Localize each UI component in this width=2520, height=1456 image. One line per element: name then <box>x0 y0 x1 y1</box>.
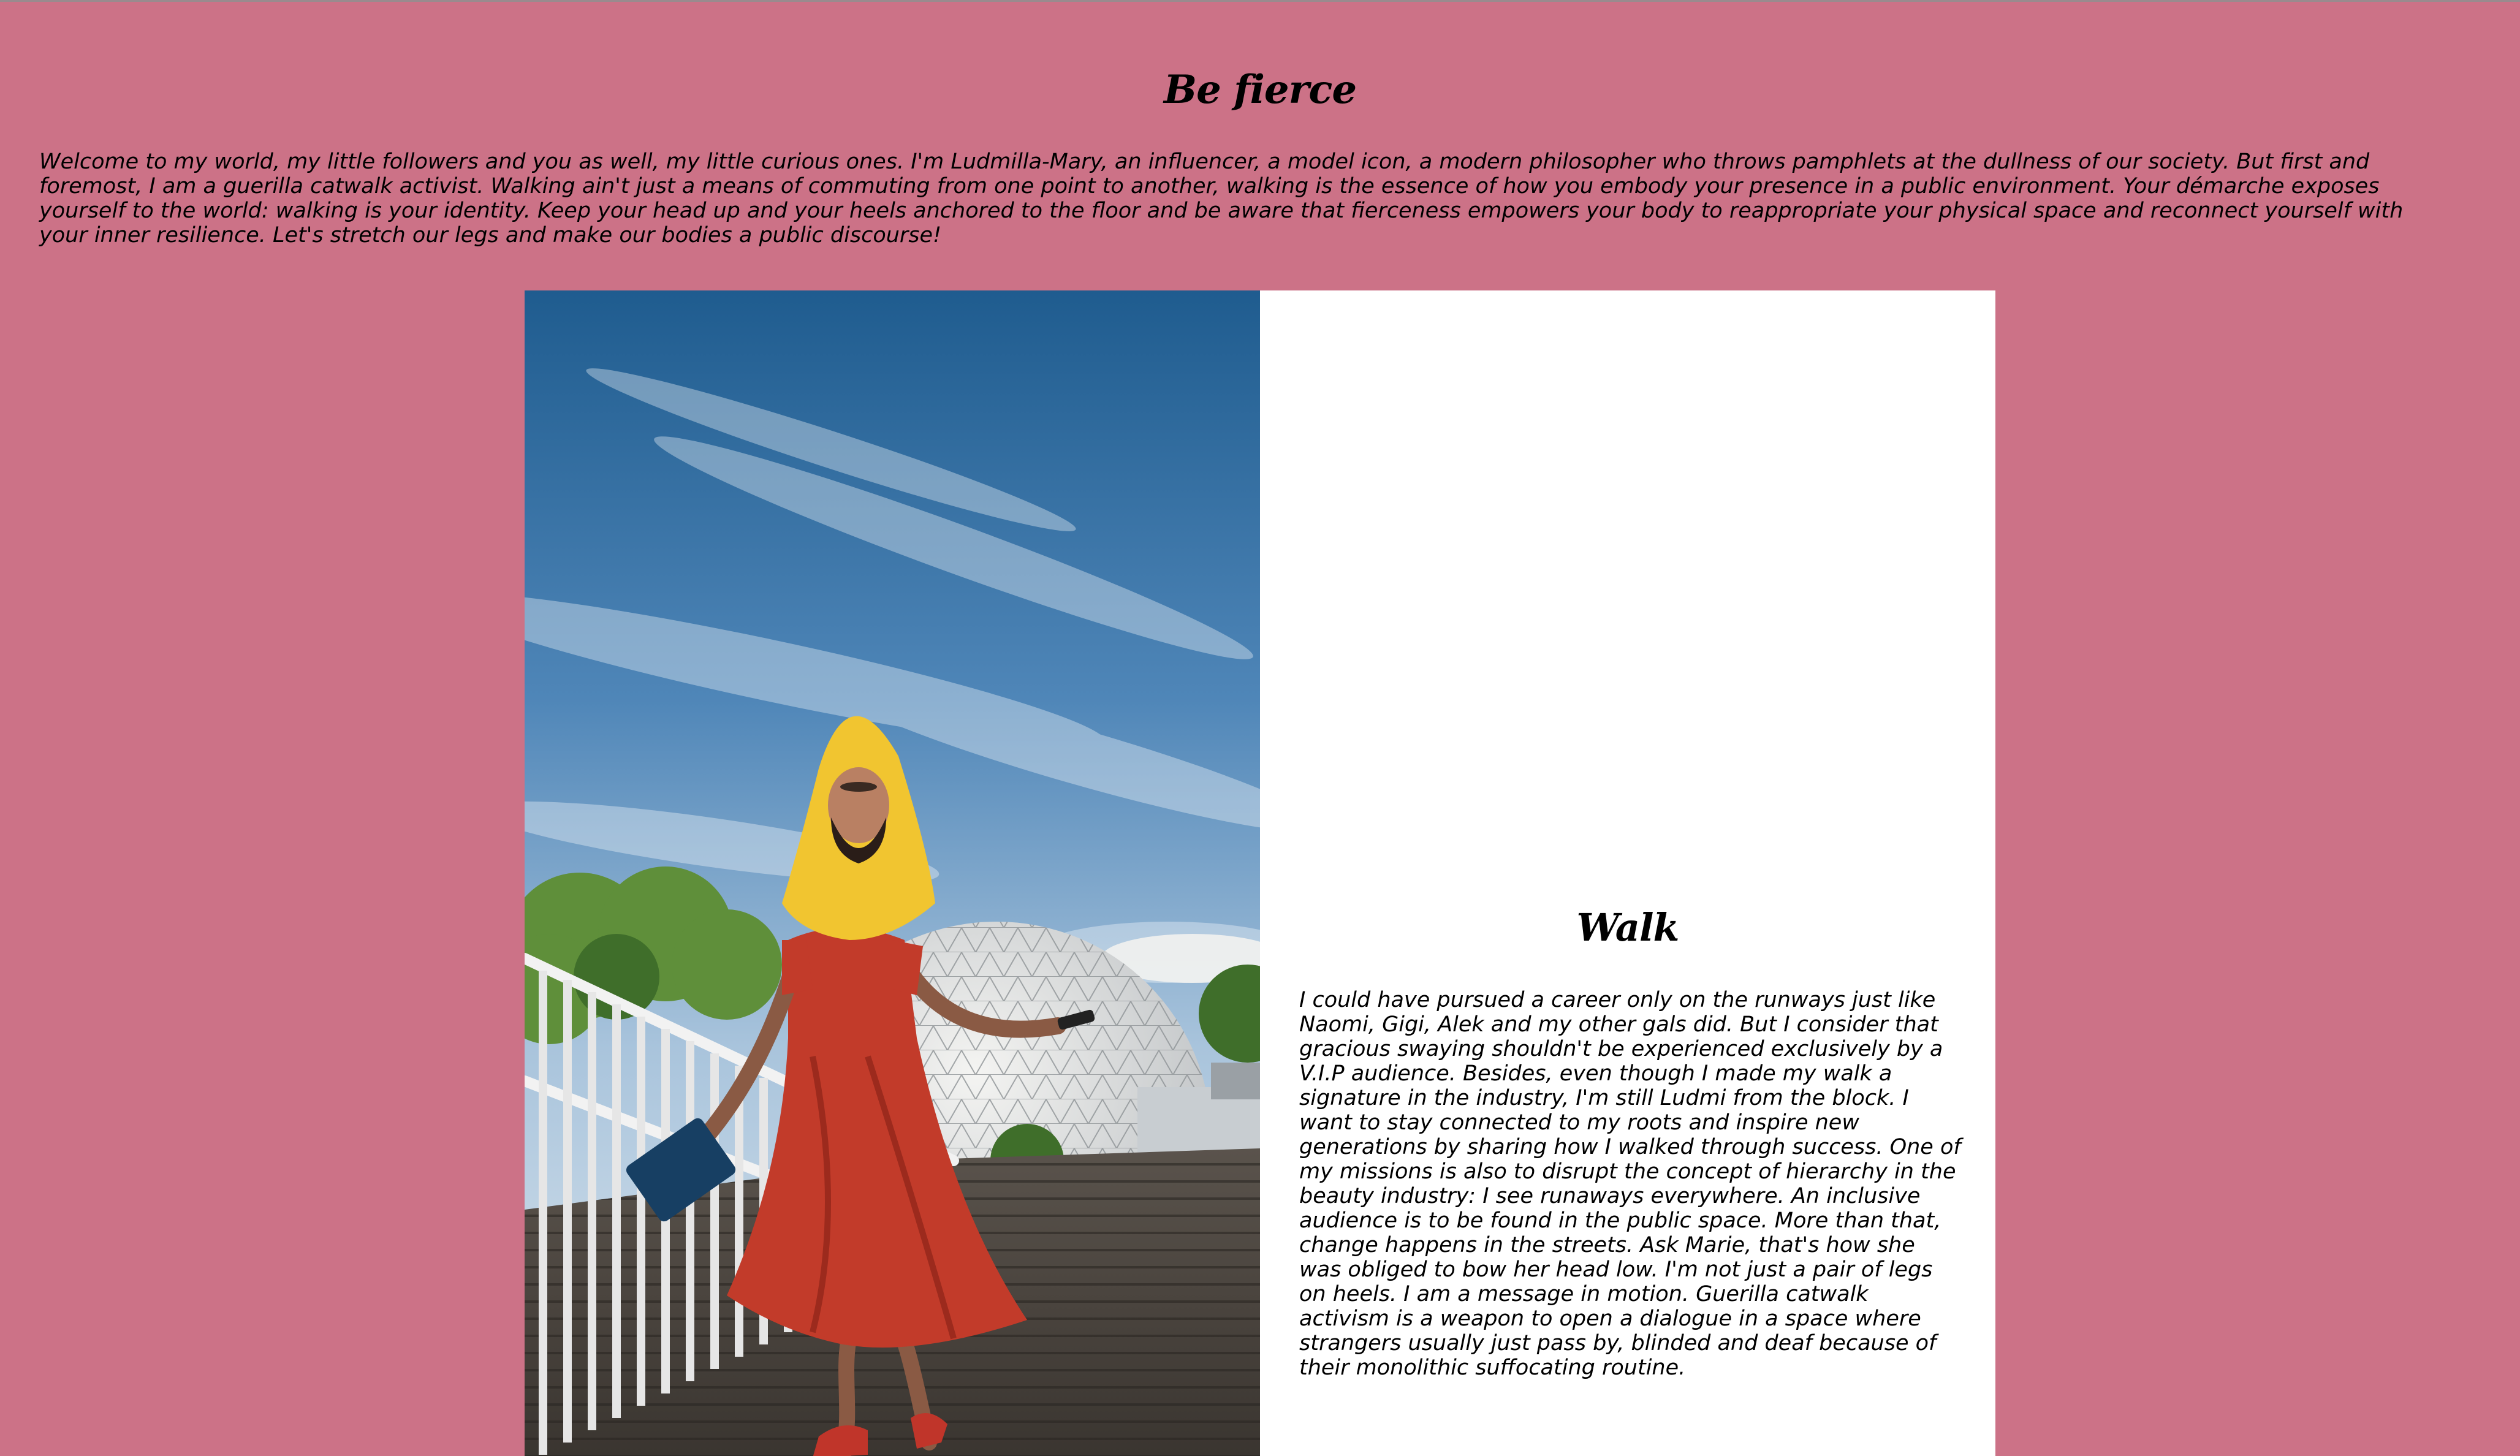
intro-paragraph: Welcome to my world, my little followers… <box>39 150 2404 248</box>
walk-section: Walk I could have pursued a career only … <box>1260 290 1995 1456</box>
walk-photo <box>525 290 1260 1456</box>
top-border <box>0 0 2520 2</box>
section-body: I could have pursued a career only on th… <box>1299 988 1961 1380</box>
page-title: Be fierce <box>1163 67 1357 113</box>
content-panel: Walk I could have pursued a career only … <box>525 290 1995 1456</box>
section-title: Walk <box>1576 905 1680 950</box>
